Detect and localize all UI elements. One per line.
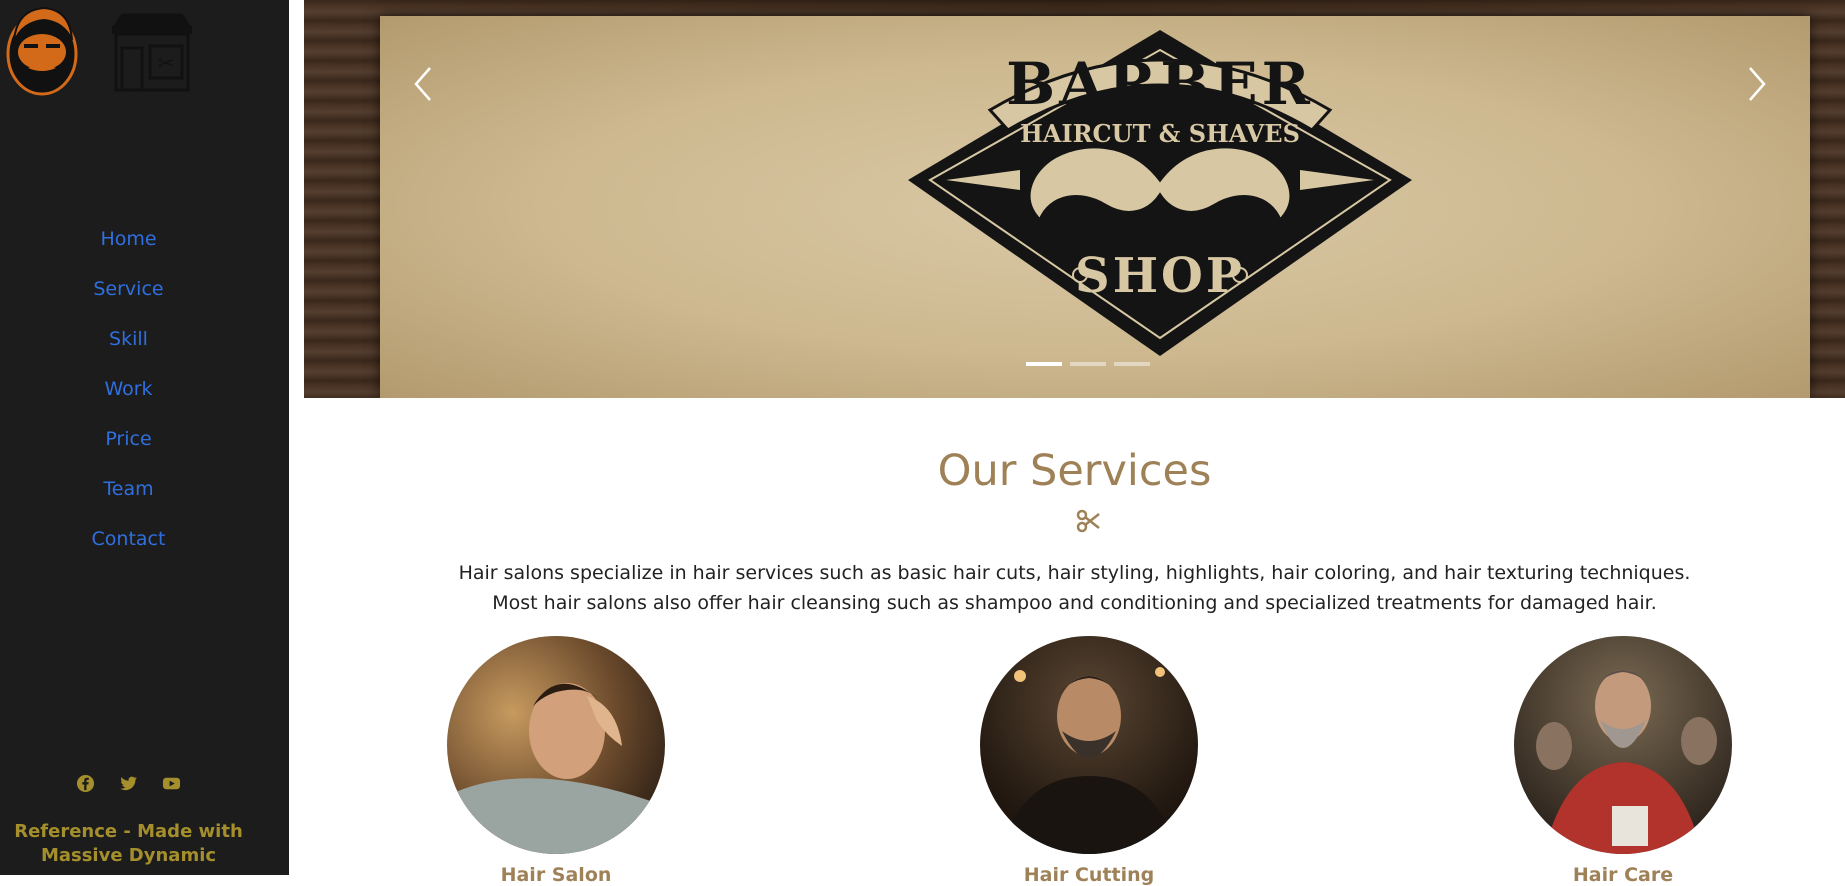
hero-carousel: BARBER HAIRCUT & SHAVES SHOP <box>304 0 1845 398</box>
nav-item-work: Work <box>0 364 257 414</box>
nav-item-service: Service <box>0 264 257 314</box>
chevron-left-icon[interactable] <box>410 64 436 104</box>
nav-link-price[interactable]: Price <box>105 428 151 450</box>
social-links <box>0 774 257 793</box>
services-description: Hair salons specialize in hair services … <box>304 558 1845 618</box>
barber-shop-logo: BARBER HAIRCUT & SHAVES SHOP <box>908 30 1412 356</box>
service-card-hair-care[interactable]: Hair Care <box>1513 636 1733 886</box>
nav-link-service[interactable]: Service <box>93 278 163 300</box>
facebook-icon[interactable] <box>76 774 95 793</box>
service-photo-hair-salon <box>447 636 665 854</box>
carousel-indicator-2[interactable] <box>1070 362 1106 366</box>
nav-link-work[interactable]: Work <box>104 378 152 400</box>
carousel-indicator-3[interactable] <box>1114 362 1150 366</box>
sidebar: ✂ Home Service Skill Work Price Team Con… <box>0 0 289 875</box>
nav-link-skill[interactable]: Skill <box>109 328 148 350</box>
barber-face-logo-icon[interactable] <box>4 2 80 98</box>
twitter-icon[interactable] <box>119 774 138 793</box>
credit-text: Reference - Made with Massive Dynamic <box>0 820 257 868</box>
nav-item-contact: Contact <box>0 514 257 564</box>
nav-item-home: Home <box>0 214 257 264</box>
nav-item-skill: Skill <box>0 314 257 364</box>
nav-link-contact[interactable]: Contact <box>92 528 166 550</box>
service-card-hair-cutting[interactable]: Hair Cutting <box>979 636 1199 886</box>
scissors-icon <box>1076 509 1100 533</box>
nav-item-price: Price <box>0 414 257 464</box>
paper-background: BARBER HAIRCUT & SHAVES SHOP <box>380 16 1810 398</box>
main-nav: Home Service Skill Work Price Team Conta… <box>0 214 257 564</box>
youtube-icon[interactable] <box>162 774 181 793</box>
service-card-hair-salon[interactable]: Hair Salon <box>446 636 666 886</box>
carousel-indicator-1[interactable] <box>1026 362 1062 366</box>
service-name-hair-salon: Hair Salon <box>500 864 612 886</box>
svg-text:✂: ✂ <box>158 51 175 75</box>
credit-line-1: Reference - Made with <box>14 821 243 842</box>
service-name-hair-care: Hair Care <box>1572 864 1674 886</box>
nav-link-home[interactable]: Home <box>100 228 156 250</box>
barber-shop-building-icon[interactable]: ✂ <box>106 8 198 92</box>
nav-link-team[interactable]: Team <box>103 478 153 500</box>
service-photo-hair-care <box>1514 636 1732 854</box>
services-description-line-2: Most hair salons also offer hair cleansi… <box>492 592 1657 614</box>
hero-logo-word-top: BARBER <box>1006 50 1314 118</box>
hero-logo-word-bottom: SHOP <box>1075 248 1245 304</box>
service-photo-hair-cutting <box>980 636 1198 854</box>
chevron-right-icon[interactable] <box>1744 64 1770 104</box>
services-description-line-1: Hair salons specialize in hair services … <box>458 562 1691 584</box>
nav-item-team: Team <box>0 464 257 514</box>
credit-line-2: Massive Dynamic <box>40 845 217 866</box>
hero-logo-tagline: HAIRCUT & SHAVES <box>1020 119 1300 148</box>
services-title: Our Services <box>937 446 1212 496</box>
service-name-hair-cutting: Hair Cutting <box>1023 864 1155 886</box>
carousel-indicators <box>1026 362 1150 366</box>
